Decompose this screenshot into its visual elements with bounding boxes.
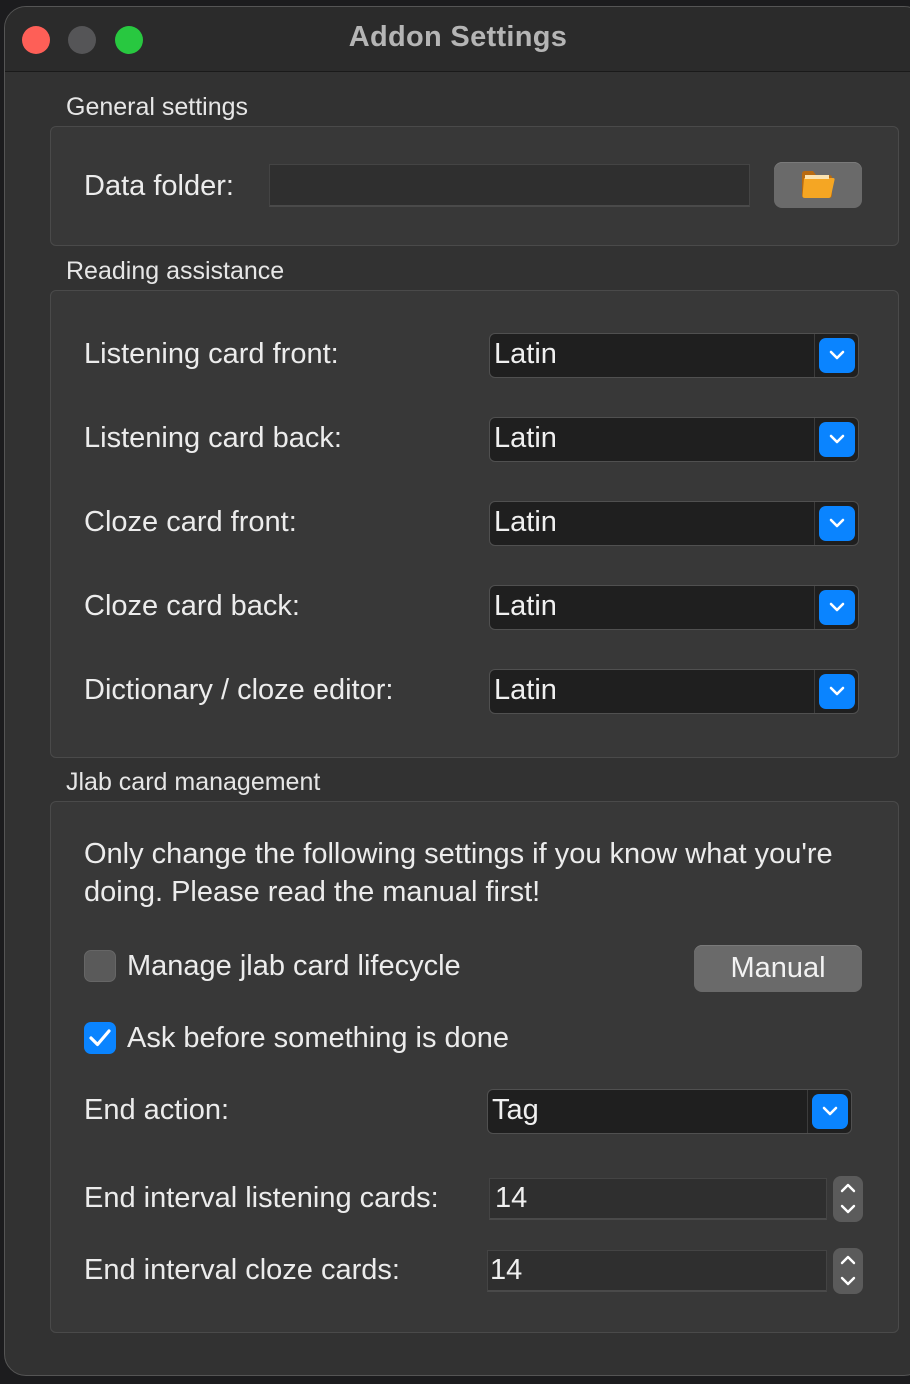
cloze-back-value: Latin [494, 590, 557, 622]
dictionary-editor-label: Dictionary / cloze editor: [84, 674, 394, 706]
chevron-down-icon[interactable] [812, 1094, 848, 1129]
chevron-down-icon[interactable] [819, 674, 855, 709]
jlab-management-group: Only change the following settings if yo… [50, 801, 899, 1333]
data-folder-label: Data folder: [84, 170, 234, 202]
end-interval-listening-label: End interval listening cards: [84, 1182, 439, 1214]
reading-assistance-group: Listening card front: Latin Listening ca… [50, 290, 899, 758]
ask-before-label[interactable]: Ask before something is done [127, 1022, 509, 1055]
reading-assistance-title: Reading assistance [66, 257, 285, 285]
manage-lifecycle-label[interactable]: Manage jlab card lifecycle [127, 950, 461, 983]
end-interval-cloze-input[interactable]: 14 [487, 1250, 827, 1292]
manage-lifecycle-checkbox[interactable] [84, 950, 116, 982]
end-interval-listening-value: 14 [495, 1182, 528, 1214]
listening-front-select[interactable]: Latin [489, 333, 859, 378]
chevron-down-icon[interactable] [819, 422, 855, 457]
general-settings-title: General settings [66, 93, 249, 121]
chevron-down-icon[interactable] [838, 1203, 858, 1215]
chevron-down-icon[interactable] [819, 590, 855, 625]
listening-back-value: Latin [494, 422, 557, 454]
warning-text: Only change the following settings if yo… [84, 838, 833, 908]
addon-settings-window: Addon Settings General settings Data fol… [4, 6, 910, 1376]
listening-front-value: Latin [494, 338, 557, 370]
combo-divider [814, 670, 815, 713]
title-bar: Addon Settings [5, 7, 910, 72]
end-interval-cloze-label: End interval cloze cards: [84, 1254, 400, 1286]
chevron-down-icon[interactable] [838, 1275, 858, 1287]
window-title: Addon Settings [348, 21, 568, 53]
combo-divider [814, 334, 815, 377]
data-folder-input[interactable] [269, 164, 750, 207]
end-interval-cloze-value: 14 [490, 1254, 523, 1286]
combo-divider [814, 502, 815, 545]
listening-front-label: Listening card front: [84, 338, 339, 370]
cloze-back-label: Cloze card back: [84, 590, 300, 622]
combo-divider [807, 1090, 808, 1133]
browse-folder-button[interactable] [774, 162, 862, 208]
cloze-back-select[interactable]: Latin [489, 585, 859, 630]
checkmark-icon [89, 1029, 111, 1047]
end-action-label: End action: [84, 1094, 230, 1126]
ask-before-checkbox[interactable] [84, 1022, 116, 1054]
chevron-down-icon[interactable] [819, 506, 855, 541]
combo-divider [814, 586, 815, 629]
dictionary-editor-value: Latin [494, 674, 557, 706]
general-settings-group: Data folder: [50, 126, 899, 246]
chevron-down-icon[interactable] [819, 338, 855, 373]
end-interval-cloze-stepper[interactable] [833, 1248, 863, 1294]
listening-back-label: Listening card back: [84, 422, 342, 454]
end-interval-listening-input[interactable]: 14 [489, 1178, 827, 1220]
cloze-front-value: Latin [494, 506, 557, 538]
end-action-select[interactable]: Tag [487, 1089, 852, 1134]
chevron-up-icon[interactable] [838, 1182, 858, 1194]
end-interval-listening-stepper[interactable] [833, 1176, 863, 1222]
cloze-front-select[interactable]: Latin [489, 501, 859, 546]
chevron-up-icon[interactable] [838, 1254, 858, 1266]
manual-button[interactable]: Manual [694, 945, 862, 992]
cloze-front-label: Cloze card front: [84, 506, 297, 538]
listening-back-select[interactable]: Latin [489, 417, 859, 462]
dictionary-editor-select[interactable]: Latin [489, 669, 859, 714]
combo-divider [814, 418, 815, 461]
jlab-management-title: Jlab card management [66, 768, 321, 796]
end-action-value: Tag [492, 1094, 539, 1126]
